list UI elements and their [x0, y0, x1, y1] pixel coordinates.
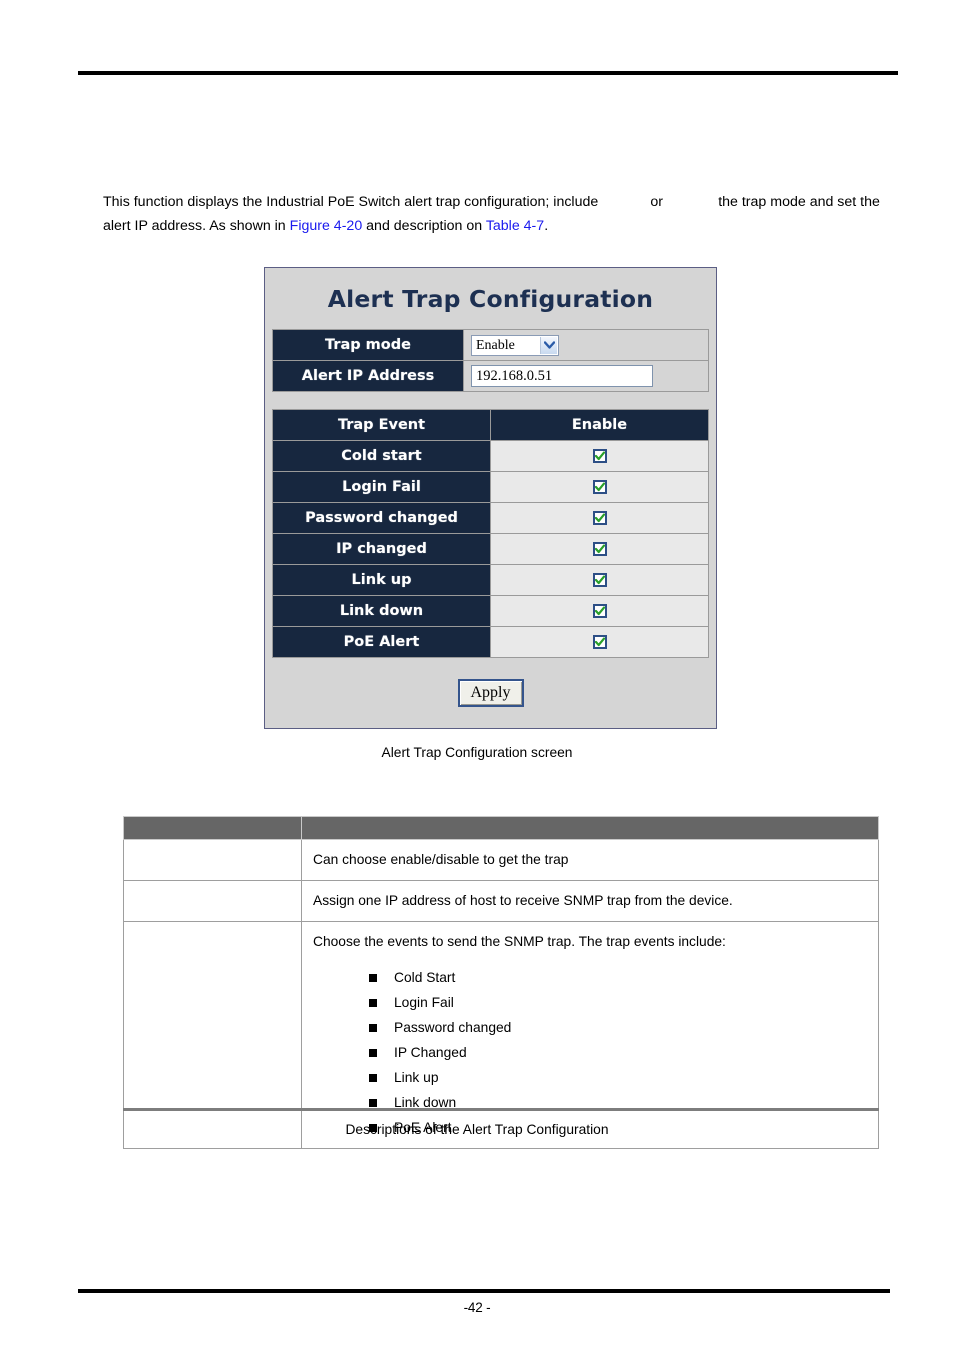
trap-mode-value-cell: Enable: [463, 329, 709, 361]
description-text-trap-event: Choose the events to send the SNMP trap.…: [313, 934, 726, 949]
list-item-label: Link up: [394, 1070, 439, 1085]
intro-text-mid2: and description on: [366, 218, 483, 235]
trap-event-enable-cell-cold-start: [490, 440, 709, 472]
trap-event-label-ip-changed: IP changed: [272, 533, 491, 565]
table-row: PoE Alert: [272, 626, 709, 658]
intro-text-part1: This function displays the Industrial Po…: [103, 194, 599, 211]
checkbox-ip-changed[interactable]: [592, 541, 607, 556]
description-term-cell: [123, 839, 302, 881]
description-text-cell: Can choose enable/disable to get the tra…: [301, 839, 879, 881]
apply-button-row: Apply: [265, 679, 716, 707]
list-item-label: IP Changed: [394, 1045, 467, 1060]
trap-mode-selected-value: Enable: [476, 337, 515, 353]
alert-ip-value-cell: 192.168.0.51: [463, 360, 709, 392]
table-row-alert-ip: Alert IP Address 192.168.0.51: [272, 360, 709, 392]
trap-mode-label: Trap mode: [272, 329, 464, 361]
list-item-label: Login Fail: [394, 995, 454, 1010]
description-term-cell: [123, 880, 302, 922]
intro-paragraph: This function displays the Industrial Po…: [103, 190, 893, 238]
square-bullet-icon: [369, 999, 377, 1007]
column-header-enable: Enable: [490, 409, 709, 441]
trap-event-label-link-down: Link down: [272, 595, 491, 627]
description-table-bottom-rule: [123, 1108, 879, 1111]
table-row: Link down: [272, 595, 709, 627]
alert-ip-address-label: Alert IP Address: [272, 360, 464, 392]
link-figure-4-20[interactable]: Figure 4-20: [290, 218, 363, 234]
table-header-row: [123, 816, 879, 840]
trap-event-label-link-up: Link up: [272, 564, 491, 596]
checkbox-login-fail[interactable]: [592, 479, 607, 494]
trap-event-enable-cell-login-fail: [490, 471, 709, 503]
trap-event-enable-cell-link-down: [490, 595, 709, 627]
intro-text-period: .: [544, 218, 549, 235]
table-row: Password changed: [272, 502, 709, 534]
list-item: Link up: [369, 1065, 868, 1090]
intro-hidden-word-disable: Disable: [666, 194, 715, 211]
screenshot-title: Alert Trap Configuration: [327, 285, 654, 313]
square-bullet-icon: [369, 1099, 377, 1107]
checkbox-link-down[interactable]: [592, 603, 607, 618]
table-caption: Descriptions of the Alert Trap Configura…: [345, 1122, 609, 1137]
table-row: IP changed: [272, 533, 709, 565]
list-item: Cold Start: [369, 965, 868, 990]
description-text-cell: Choose the events to send the SNMP trap.…: [301, 921, 879, 1149]
checkbox-link-up[interactable]: [592, 572, 607, 587]
trap-event-label-password-changed: Password changed: [272, 502, 491, 534]
list-item: Login Fail: [369, 990, 868, 1015]
link-table-4-7[interactable]: Table 4-7: [486, 218, 544, 234]
chevron-down-icon[interactable]: [540, 336, 557, 354]
square-bullet-icon: [369, 1049, 377, 1057]
table-header-row: Trap Event Enable: [272, 409, 709, 441]
trap-event-label-cold-start: Cold start: [272, 440, 491, 472]
trap-mode-select[interactable]: Enable: [471, 334, 559, 356]
page-header-rule: [78, 71, 898, 75]
table-row: Can choose enable/disable to get the tra…: [123, 839, 879, 881]
description-table: Can choose enable/disable to get the tra…: [123, 816, 879, 1149]
trap-settings-table: Trap mode Enable Alert IP Address 192.16…: [272, 329, 709, 392]
list-item-label: Password changed: [394, 1020, 512, 1035]
trap-event-enable-cell-link-up: [490, 564, 709, 596]
description-text-cell: Assign one IP address of host to receive…: [301, 880, 879, 922]
trap-event-table: Trap Event Enable Cold start Login Fail …: [272, 409, 709, 658]
checkbox-cold-start[interactable]: [592, 448, 607, 463]
table-row-trap-mode: Trap mode Enable: [272, 329, 709, 361]
trap-event-bullet-list: Cold Start Login Fail Password changed I…: [313, 965, 868, 1140]
column-header-object: [123, 816, 302, 840]
checkbox-password-changed[interactable]: [592, 510, 607, 525]
description-term-cell: [123, 921, 302, 1149]
column-header-description: [301, 816, 879, 840]
table-row: Assign one IP address of host to receive…: [123, 880, 879, 922]
checkbox-poe-alert[interactable]: [592, 634, 607, 649]
column-header-trap-event: Trap Event: [272, 409, 491, 441]
square-bullet-icon: [369, 1024, 377, 1032]
trap-event-enable-cell-ip-changed: [490, 533, 709, 565]
square-bullet-icon: [369, 974, 377, 982]
alert-trap-configuration-screenshot: Alert Trap Configuration Trap mode Enabl…: [264, 267, 717, 729]
list-item-label: Cold Start: [394, 970, 456, 985]
page-footer-rule: [78, 1289, 890, 1293]
alert-ip-address-input[interactable]: 192.168.0.51: [471, 365, 653, 387]
square-bullet-icon: [369, 1074, 377, 1082]
list-item: Password changed: [369, 1015, 868, 1040]
alert-ip-address-value: 192.168.0.51: [476, 368, 553, 384]
apply-button[interactable]: Apply: [457, 679, 524, 707]
list-item: Link down: [369, 1090, 868, 1115]
table-row: Link up: [272, 564, 709, 596]
trap-event-enable-cell-poe-alert: [490, 626, 709, 658]
trap-event-label-poe-alert: PoE Alert: [272, 626, 491, 658]
list-item: IP Changed: [369, 1040, 868, 1065]
trap-event-label-login-fail: Login Fail: [272, 471, 491, 503]
trap-event-enable-cell-password-changed: [490, 502, 709, 534]
figure-caption: Alert Trap Configuration screen: [381, 745, 573, 760]
intro-text-or: or: [650, 194, 663, 211]
table-row: Cold start: [272, 440, 709, 472]
intro-hidden-word-enable: Enable: [602, 194, 647, 211]
table-row: Choose the events to send the SNMP trap.…: [123, 921, 879, 1149]
table-row: Login Fail: [272, 471, 709, 503]
page-number: -42 -: [463, 1300, 491, 1315]
